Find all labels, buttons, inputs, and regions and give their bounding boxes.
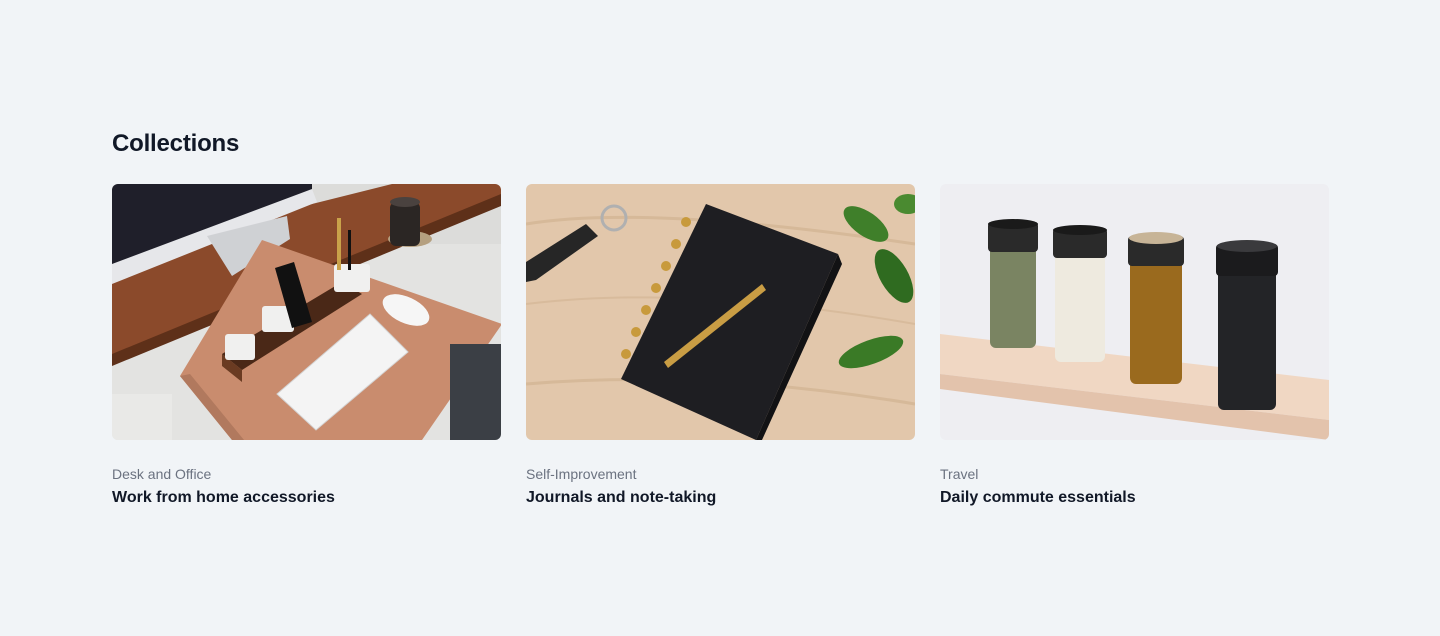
collections-section: Collections Desk and Office Work from ho…	[0, 0, 1440, 636]
collection-title: Daily commute essentials	[940, 489, 1136, 506]
collection-card-journals[interactable]: Self-Improvement Journals and note-takin…	[526, 184, 915, 508]
travel-bottles-image[interactable]	[940, 184, 1329, 440]
section-title: Collections	[112, 130, 240, 157]
collection-card-desk-office[interactable]: Desk and Office Work from home accessori…	[112, 184, 501, 508]
collection-card-travel[interactable]: Travel Daily commute essentials	[940, 184, 1329, 508]
collection-title: Work from home accessories	[112, 489, 335, 506]
collection-category: Desk and Office	[112, 466, 212, 482]
collection-category: Travel	[940, 466, 979, 482]
collection-title: Journals and note-taking	[526, 489, 717, 506]
collection-category: Self-Improvement	[526, 466, 637, 482]
collections-grid: Desk and Office Work from home accessori…	[112, 184, 1329, 508]
journal-image[interactable]	[526, 184, 915, 440]
desk-office-image[interactable]	[112, 184, 501, 440]
